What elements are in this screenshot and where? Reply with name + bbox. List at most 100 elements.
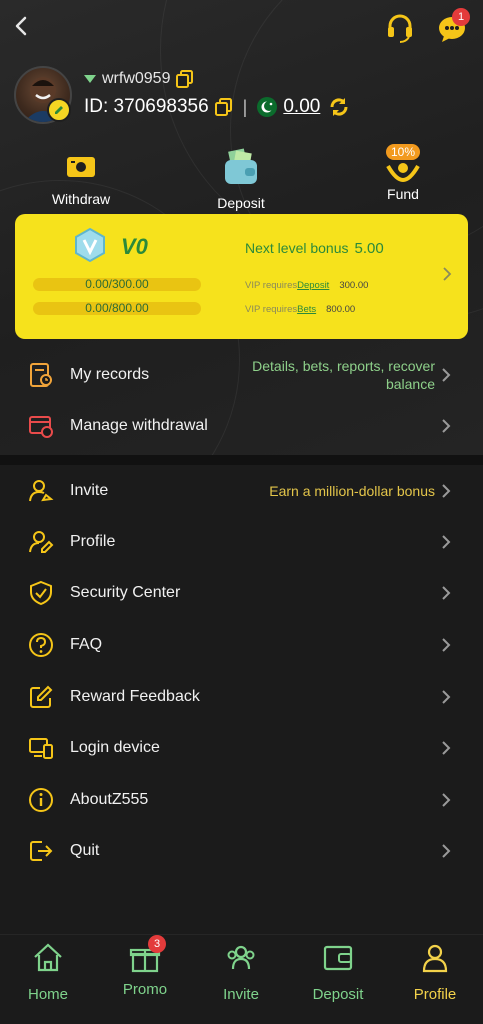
- nav-promo-label: Promo: [122, 981, 168, 998]
- separator: |: [242, 96, 248, 117]
- pakistan-flag-icon: [257, 97, 278, 117]
- nav-deposit-label: Deposit: [312, 986, 364, 1003]
- row-security-center[interactable]: Security Center: [0, 568, 483, 618]
- support-button[interactable]: [384, 12, 416, 44]
- req-prefix: VIP requires: [245, 280, 298, 291]
- quick-deposit[interactable]: Deposit: [191, 144, 291, 211]
- records-icon: [30, 363, 52, 387]
- manage-withdrawal-icon: [29, 416, 53, 438]
- vip-triangle-icon: [84, 75, 96, 83]
- chevron-right-icon: [442, 844, 451, 858]
- nav-deposit[interactable]: Deposit: [290, 941, 386, 1003]
- row-about[interactable]: AboutZ555: [0, 775, 483, 825]
- about-label: AboutZ555: [70, 791, 149, 808]
- back-button[interactable]: [8, 12, 34, 40]
- headset-icon: [388, 14, 412, 43]
- messages-button[interactable]: 1: [436, 8, 470, 44]
- feedback-edit-icon: [30, 685, 53, 708]
- username: wrfw0959: [102, 70, 171, 87]
- chevron-right-icon: [442, 690, 451, 704]
- vip-bets-requirement: VIP requiresBets 800.00: [245, 304, 355, 315]
- invite-label: Invite: [70, 482, 109, 499]
- top-bar: 1: [0, 8, 483, 44]
- profile-edit-icon: [29, 531, 54, 553]
- row-faq[interactable]: FAQ: [0, 620, 483, 670]
- devices-icon: [29, 738, 53, 759]
- chevron-left-icon: [15, 16, 27, 36]
- nav-invite-label: Invite: [223, 986, 259, 1003]
- invite-hint: Earn a million-dollar bonus: [269, 483, 435, 499]
- next-level-label: Next level bonus: [245, 240, 349, 256]
- edit-avatar-button[interactable]: [47, 98, 71, 122]
- section-divider: [0, 455, 483, 465]
- chevron-right-icon: [442, 484, 451, 498]
- next-level-bonus: Next level bonus 5.00: [245, 240, 384, 257]
- vip-deposit-requirement: VIP requiresDeposit 300.00: [245, 280, 368, 291]
- question-icon: [29, 633, 53, 657]
- pencil-icon: [55, 106, 63, 114]
- my-records-hint: Details, bets, reports, recover balance: [252, 357, 435, 393]
- chevron-right-icon: [442, 741, 451, 755]
- nav-home-label: Home: [27, 986, 68, 1003]
- quick-fund-label: Fund: [387, 186, 419, 202]
- req-deposit-amount: 300.00: [339, 280, 369, 291]
- copy-icon[interactable]: [214, 98, 233, 116]
- deposit-progress-bar: 0.00/300.00: [33, 278, 201, 291]
- nav-home[interactable]: Home: [0, 941, 96, 1003]
- quick-withdraw[interactable]: Withdraw: [31, 144, 131, 207]
- profile-label: Profile: [70, 533, 116, 550]
- row-quit[interactable]: Quit: [0, 826, 483, 876]
- row-login-device[interactable]: Login device: [0, 723, 483, 773]
- quick-withdraw-label: Withdraw: [51, 191, 111, 207]
- my-records-hint-line1: Details, bets, reports, recover: [252, 358, 435, 374]
- nav-promo[interactable]: 3 Promo: [97, 935, 193, 998]
- quick-fund[interactable]: 10% Fund: [353, 144, 453, 202]
- my-records-hint-line2: balance: [385, 376, 435, 392]
- message-count-badge: 1: [452, 8, 470, 26]
- chevron-right-icon: [442, 419, 451, 433]
- person-icon: [422, 944, 448, 973]
- home-icon: [34, 943, 62, 972]
- req-deposit-link[interactable]: Deposit: [297, 280, 329, 291]
- chevron-right-icon: [443, 267, 452, 281]
- req-bets-amount: 800.00: [326, 304, 356, 315]
- manage-withdrawal-label: Manage withdrawal: [70, 417, 208, 434]
- faq-label: FAQ: [70, 636, 103, 653]
- bottom-nav: Home 3 Promo Invite Deposit Profile: [0, 934, 483, 1024]
- wallet-icon: [323, 945, 353, 971]
- chevron-right-icon: [442, 535, 451, 549]
- username-row: wrfw0959: [84, 68, 194, 90]
- reward-feedback-label: Reward Feedback: [70, 688, 200, 705]
- nav-profile-label: Profile: [413, 986, 457, 1003]
- shield-check-icon: [30, 580, 52, 606]
- my-records-label: My records: [70, 366, 150, 383]
- nav-invite[interactable]: Invite: [193, 941, 289, 1003]
- row-profile[interactable]: Profile: [0, 517, 483, 567]
- nav-profile[interactable]: Profile: [387, 941, 483, 1003]
- logout-icon: [30, 841, 53, 861]
- vip-diamond-icon: [75, 228, 105, 262]
- invite-user-icon: [29, 480, 54, 502]
- deposit-progress-text: 0.00/300.00: [85, 277, 149, 291]
- refresh-icon[interactable]: [328, 96, 350, 118]
- vip-card[interactable]: V0 0.00/300.00 0.00/800.00 Next level bo…: [15, 214, 468, 339]
- req-prefix: VIP requires: [245, 304, 298, 315]
- vip-level: V0: [121, 234, 148, 259]
- promo-badge: 3: [148, 935, 166, 953]
- chevron-right-icon: [442, 638, 451, 652]
- copy-icon[interactable]: [176, 70, 194, 88]
- chevron-right-icon: [442, 793, 451, 807]
- row-reward-feedback[interactable]: Reward Feedback: [0, 672, 483, 722]
- next-level-value: 5.00: [354, 240, 384, 257]
- withdraw-icon: [67, 157, 95, 177]
- row-my-records[interactable]: My records Details, bets, reports, recov…: [0, 350, 483, 400]
- row-manage-withdrawal[interactable]: Manage withdrawal: [0, 401, 483, 451]
- bets-progress-text: 0.00/800.00: [85, 301, 149, 315]
- req-bets-link[interactable]: Bets: [297, 304, 316, 315]
- fund-hands-icon: [386, 163, 420, 182]
- row-invite[interactable]: Invite Earn a million-dollar bonus: [0, 466, 483, 516]
- quit-label: Quit: [70, 842, 100, 859]
- wallet-icon: [225, 148, 257, 184]
- fund-icon-wrap: 10%: [353, 144, 453, 182]
- balance-amount: 0.00: [283, 96, 321, 117]
